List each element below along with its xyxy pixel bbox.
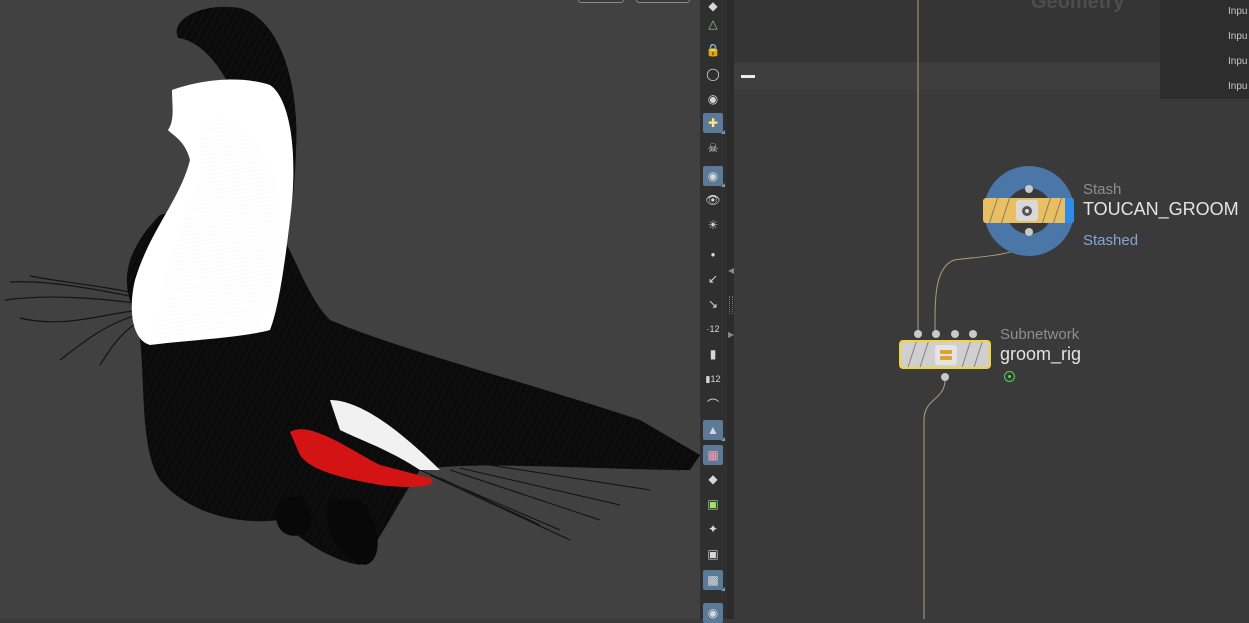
viewport-toolbar: ◆ △ 🔒 ◯ ◉ ✚ ☠ ◉ 👁 ☀ ● ↙ ↘ ·12 ▮ ▮12 ⌒ ▲ …	[700, 0, 727, 623]
wireframe-icon[interactable]: ▲	[703, 420, 725, 441]
camera-icon[interactable]: ◉	[703, 166, 725, 187]
subnetwork-node[interactable]	[899, 340, 991, 369]
ghost-icon[interactable]: ◯	[703, 64, 723, 84]
input-connector[interactable]	[969, 330, 977, 338]
node-wires	[917, 0, 1030, 619]
uv-icon[interactable]: ▣	[703, 494, 723, 514]
output-flag-icon[interactable]	[1004, 371, 1015, 382]
subnet-icon	[935, 345, 957, 365]
point-number-icon[interactable]: ·12	[703, 319, 723, 339]
stash-icon	[1016, 200, 1038, 221]
output-connector[interactable]	[941, 373, 949, 381]
drag-handle-icon[interactable]	[729, 296, 733, 314]
output-connector[interactable]	[1025, 228, 1033, 236]
stash-node[interactable]	[983, 198, 1074, 223]
node-type-label: Subnetwork	[1000, 326, 1080, 343]
transform-icon[interactable]: ✦	[703, 519, 723, 539]
node-type-label: Stash	[1083, 181, 1122, 198]
image-icon[interactable]: ▩	[703, 570, 725, 591]
display-options-icon[interactable]: ◉	[703, 603, 723, 623]
node-status-badge: Stashed	[1083, 232, 1139, 249]
light-icon[interactable]: ☀	[703, 215, 723, 235]
scene-viewport[interactable]	[0, 0, 700, 619]
input-connector[interactable]	[914, 330, 922, 338]
point-icon[interactable]: ●	[703, 244, 723, 264]
geometry-icon[interactable]: △	[703, 14, 723, 34]
background-icon[interactable]: ▣	[703, 544, 723, 564]
node-name-label[interactable]: groom_rig	[1000, 344, 1081, 365]
paint-icon[interactable]: ▮	[703, 344, 723, 364]
picker-icon[interactable]: ↘	[703, 294, 723, 314]
texture-icon[interactable]: ▦	[703, 445, 723, 465]
lock-icon[interactable]: 🔒	[703, 40, 723, 60]
brush-icon[interactable]: ↙	[703, 269, 723, 289]
toucan-groom-render	[4, 6, 700, 565]
visibility-icon[interactable]: 👁	[703, 190, 723, 210]
node-name-label[interactable]: TOUCAN_GROOM	[1083, 199, 1239, 220]
input-connector[interactable]	[932, 330, 940, 338]
network-editor[interactable]: Geometry Inpu Inpu Inpu Inpu Stash TOUCA…	[734, 0, 1249, 619]
output-wire	[923, 379, 946, 619]
input-connector[interactable]	[1025, 185, 1033, 193]
corner-icon[interactable]: ⌒	[703, 394, 723, 414]
skeleton-icon[interactable]: ☠	[703, 138, 723, 158]
layer-icon[interactable]: ◆	[703, 469, 723, 489]
shading-icon[interactable]: ◉	[703, 89, 723, 109]
input-connector[interactable]	[951, 330, 959, 338]
snap-icon[interactable]: ✚	[703, 113, 725, 134]
primitive-number-icon[interactable]: ▮12	[703, 369, 723, 389]
pane-divider[interactable]: ◀ ▶	[727, 0, 734, 619]
display-flag[interactable]	[1065, 198, 1074, 223]
